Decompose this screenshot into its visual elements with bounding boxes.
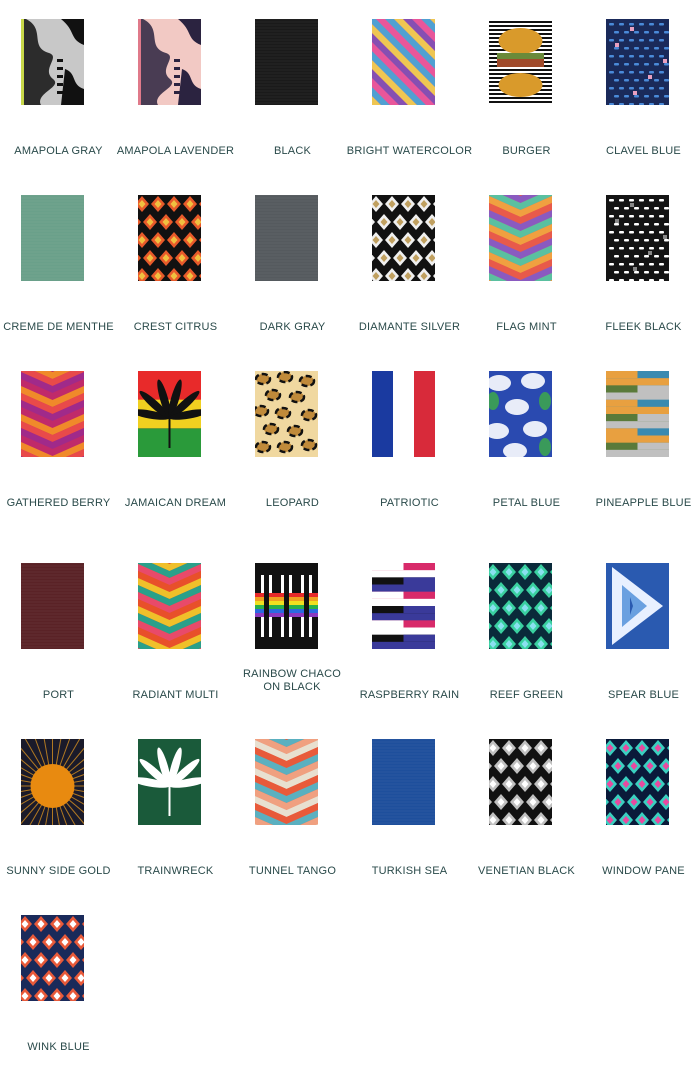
swatch-image[interactable]	[606, 195, 669, 281]
swatch-petal-blue[interactable]: PETAL BLUE	[468, 352, 585, 532]
swatch-image[interactable]	[489, 195, 552, 281]
swatch-label: SUNNY SIDE GOLD	[6, 865, 111, 877]
swatch-spear-blue[interactable]: SPEAR BLUE	[585, 544, 700, 724]
swatch-image[interactable]	[372, 371, 435, 457]
swatch-label: TRAINWRECK	[137, 865, 214, 877]
swatch-label: GATHERED BERRY	[6, 497, 111, 509]
swatch-window-pane[interactable]: WINDOW PANE	[585, 720, 700, 900]
swatch-clavel-blue[interactable]: CLAVEL BLUE	[585, 0, 700, 180]
swatch-gathered-berry[interactable]: GATHERED BERRY	[0, 352, 117, 532]
swatch-label: CLAVEL BLUE	[606, 145, 681, 157]
swatch-image[interactable]	[372, 739, 435, 825]
swatch-dark-gray[interactable]: DARK GRAY	[234, 176, 351, 356]
swatch-label: PATRIOTIC	[380, 497, 439, 509]
swatch-image[interactable]	[489, 739, 552, 825]
swatch-image[interactable]	[21, 739, 84, 825]
swatch-pineapple-blue[interactable]: PINEAPPLE BLUE	[585, 352, 700, 532]
swatch-label: AMAPOLA LAVENDER	[116, 145, 235, 157]
swatch-image[interactable]	[606, 739, 669, 825]
swatch-bright-watercolor[interactable]: BRIGHT WATERCOLOR	[347, 0, 472, 180]
swatch-label: WINK BLUE	[27, 1041, 90, 1053]
swatch-sunny-side-gold[interactable]: SUNNY SIDE GOLD	[0, 720, 117, 900]
swatch-image[interactable]	[372, 563, 435, 649]
swatch-image[interactable]	[21, 371, 84, 457]
swatch-image[interactable]	[255, 739, 318, 825]
swatch-image[interactable]	[21, 563, 84, 649]
swatch-leopard[interactable]: LEOPARD	[234, 352, 351, 532]
swatch-label: SPEAR BLUE	[607, 689, 680, 701]
swatch-radiant-multi[interactable]: RADIANT MULTI	[117, 544, 234, 724]
swatch-label: CREME DE MENTHE	[3, 321, 114, 333]
swatch-jamaican-dream[interactable]: JAMAICAN DREAM	[117, 352, 234, 532]
swatch-black[interactable]: BLACK	[234, 0, 351, 180]
swatch-image[interactable]	[138, 371, 201, 457]
swatch-label: LEOPARD	[265, 497, 320, 509]
swatch-image[interactable]	[138, 563, 201, 649]
swatch-label: PINEAPPLE BLUE	[595, 497, 692, 509]
swatch-label: BURGER	[502, 145, 551, 157]
swatch-image[interactable]	[21, 195, 84, 281]
swatch-fleek-black[interactable]: FLEEK BLACK	[585, 176, 700, 356]
swatch-image[interactable]	[255, 371, 318, 457]
swatch-trainwreck[interactable]: TRAINWRECK	[117, 720, 234, 900]
swatch-image[interactable]	[255, 195, 318, 281]
swatch-burger[interactable]: BURGER	[468, 0, 585, 180]
swatch-label: BLACK	[273, 145, 312, 157]
swatch-crest-citrus[interactable]: CREST CITRUS	[117, 176, 234, 356]
swatch-label: BRIGHT WATERCOLOR	[346, 145, 473, 157]
swatch-image[interactable]	[489, 563, 552, 649]
swatch-tunnel-tango[interactable]: TUNNEL TANGO	[234, 720, 351, 900]
swatch-label: VENETIAN BLACK	[478, 865, 575, 877]
swatch-label: RAINBOW CHACO ON BLACK	[243, 668, 341, 693]
swatch-label: WINDOW PANE	[602, 865, 685, 877]
swatch-image[interactable]	[255, 563, 318, 649]
swatch-label: REEF GREEN	[489, 689, 564, 701]
swatch-label: JAMAICAN DREAM	[124, 497, 227, 509]
swatch-flag-mint[interactable]: FLAG MINT	[468, 176, 585, 356]
swatch-image[interactable]	[372, 19, 435, 105]
swatch-image[interactable]	[138, 195, 201, 281]
swatch-amapola-lavender[interactable]: AMAPOLA LAVENDER	[117, 0, 234, 180]
swatch-image[interactable]	[606, 563, 669, 649]
swatch-creme-de-menthe[interactable]: CREME DE MENTHE	[0, 176, 117, 356]
swatch-label: TUNNEL TANGO	[248, 865, 337, 877]
swatch-diamante-silver[interactable]: DIAMANTE SILVER	[351, 176, 468, 356]
swatch-label: DARK GRAY	[259, 321, 326, 333]
swatch-amapola-gray[interactable]: AMAPOLA GRAY	[0, 0, 117, 180]
swatch-label: DIAMANTE SILVER	[358, 321, 461, 333]
swatch-image[interactable]	[138, 19, 201, 105]
swatch-label: PETAL BLUE	[492, 497, 561, 509]
swatch-label: PORT	[42, 689, 75, 701]
swatch-grid: AMAPOLA GRAY AMAPOLA LAVENDER BLACK BRIGHT …	[0, 0, 700, 1060]
swatch-image[interactable]	[606, 371, 669, 457]
swatch-image[interactable]	[21, 915, 84, 1001]
swatch-patriotic[interactable]: PATRIOTIC	[351, 352, 468, 532]
swatch-reef-green[interactable]: REEF GREEN	[468, 544, 585, 724]
swatch-label: RASPBERRY RAIN	[359, 689, 460, 701]
swatch-image[interactable]	[489, 19, 552, 105]
swatch-port[interactable]: PORT	[0, 544, 117, 724]
swatch-image[interactable]	[255, 19, 318, 105]
swatch-venetian-black[interactable]: VENETIAN BLACK	[468, 720, 585, 900]
swatch-rainbow-chaco-on-black[interactable]: RAINBOW CHACO ON BLACK	[234, 544, 351, 724]
swatch-image[interactable]	[138, 739, 201, 825]
swatch-image[interactable]	[372, 195, 435, 281]
swatch-turkish-sea[interactable]: TURKISH SEA	[351, 720, 468, 900]
swatch-image[interactable]	[489, 371, 552, 457]
swatch-label: RADIANT MULTI	[132, 689, 219, 701]
swatch-label: CREST CITRUS	[133, 321, 218, 333]
swatch-label: FLEEK BLACK	[605, 321, 682, 333]
swatch-image[interactable]	[606, 19, 669, 105]
swatch-label: TURKISH SEA	[371, 865, 448, 877]
swatch-label: FLAG MINT	[496, 321, 557, 333]
swatch-label: AMAPOLA GRAY	[14, 145, 103, 157]
swatch-raspberry-rain[interactable]: RASPBERRY RAIN	[351, 544, 468, 724]
swatch-image[interactable]	[21, 19, 84, 105]
swatch-wink-blue[interactable]: WINK BLUE	[0, 896, 117, 1076]
